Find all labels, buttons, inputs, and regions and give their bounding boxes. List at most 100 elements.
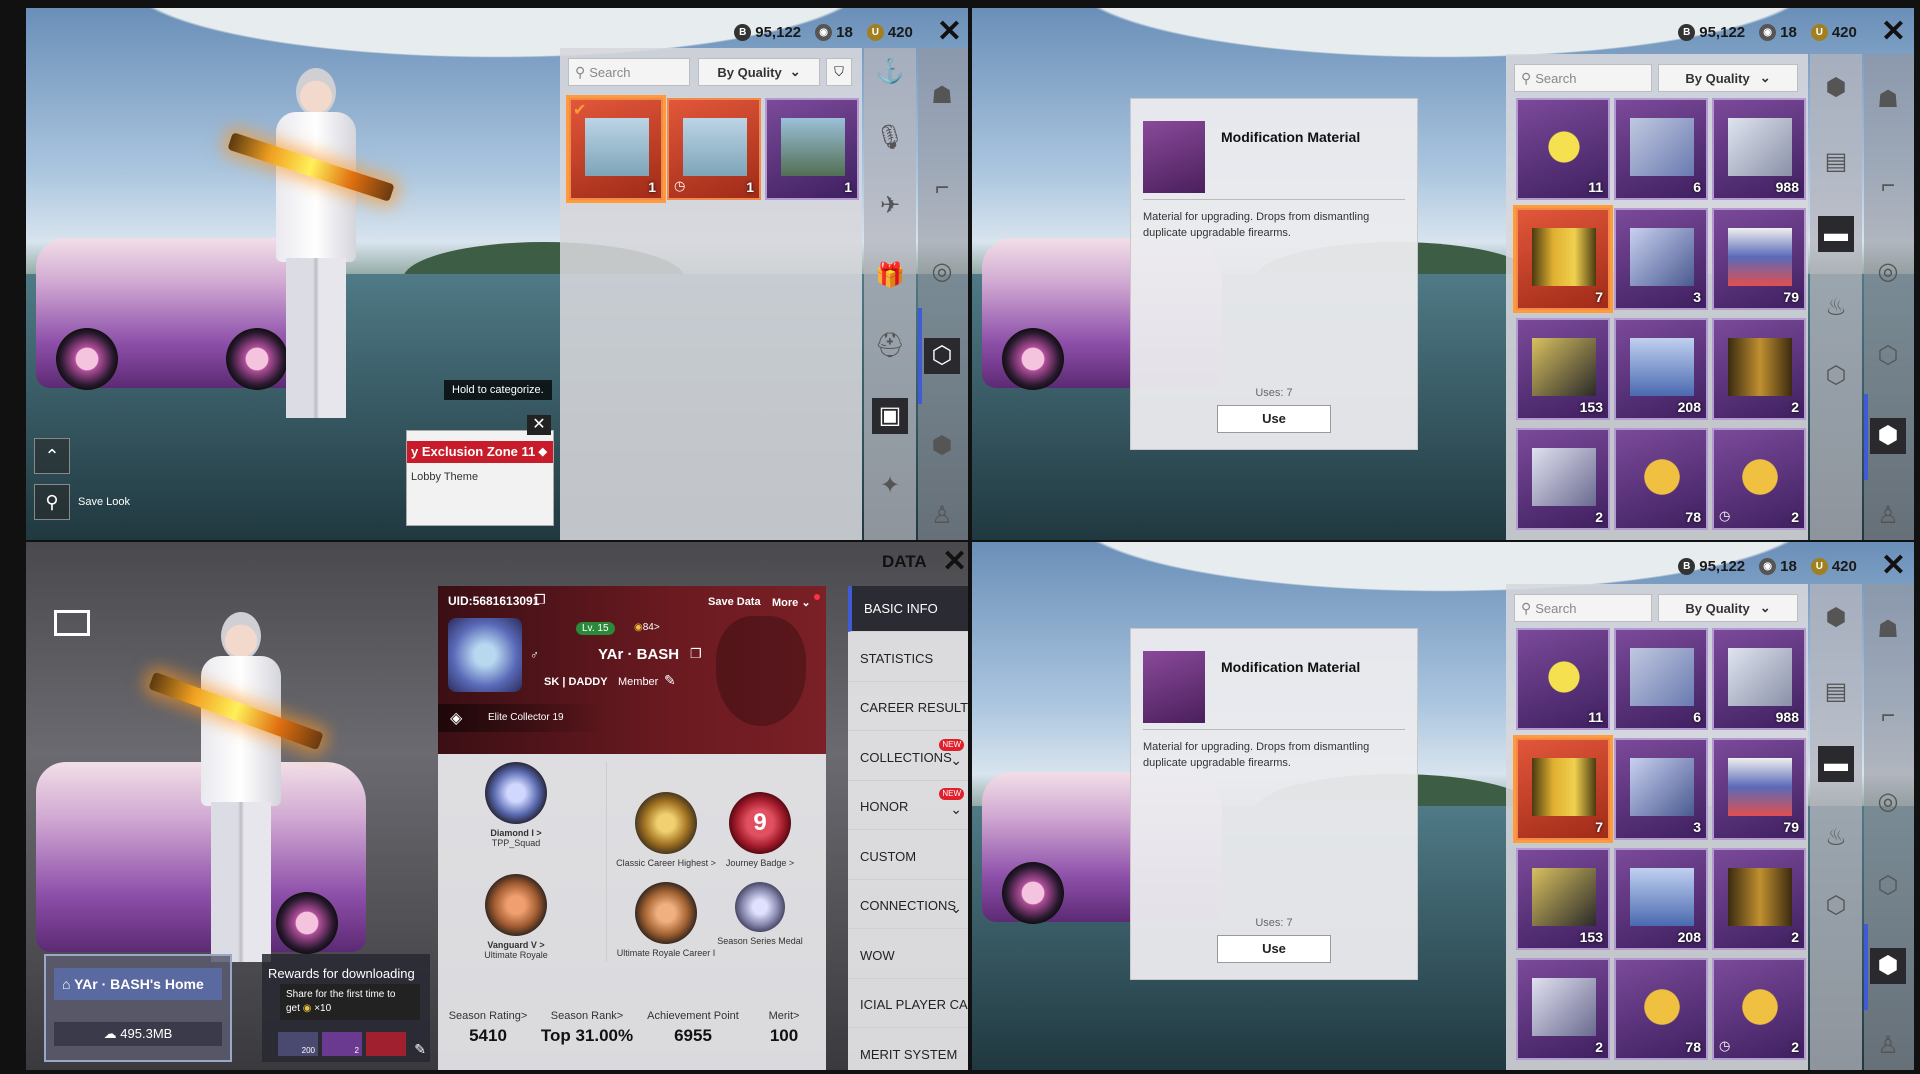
figure-icon[interactable]: ♙ <box>924 498 960 534</box>
nav-item-collections[interactable]: COLLECTIONS NEW ⌄ <box>848 735 968 781</box>
stat-season-rank[interactable]: Season Rank> Top 31.00% <box>532 1010 642 1046</box>
item-tile[interactable]: 153 <box>1516 318 1610 420</box>
item-tile[interactable]: 153 <box>1516 848 1610 950</box>
badge-vanguard[interactable]: Vanguard V > Ultimate Royale <box>466 874 566 960</box>
close-button[interactable]: ✕ <box>937 17 962 47</box>
item-tile[interactable]: 7 <box>1513 735 1613 843</box>
badge-journey[interactable]: 9 Journey Badge > <box>710 792 810 868</box>
badge-ultimate-career[interactable]: Ultimate Royale Career I <box>616 882 716 958</box>
flame-icon[interactable]: ♨ <box>1818 290 1854 326</box>
copy-name-icon[interactable]: ❐ <box>690 646 702 662</box>
outfit-icon[interactable]: ☗ <box>924 78 960 114</box>
close-button[interactable]: ✕ <box>942 547 967 577</box>
pistol-icon[interactable]: ⌐ <box>1870 698 1906 734</box>
badge-career[interactable]: Classic Career Highest > <box>616 792 716 868</box>
mic-icon[interactable]: 🎙 <box>872 120 908 156</box>
box-icon[interactable]: ⬡ <box>924 338 960 374</box>
stat-achievement[interactable]: Achievement Point 6955 <box>638 1010 748 1046</box>
cube-icon[interactable]: ⬡ <box>1818 358 1854 394</box>
theme-card[interactable]: ✕ y Exclusion Zone 11 ◆ Lobby Theme <box>406 415 554 526</box>
item-tile[interactable]: 3 <box>1614 738 1708 840</box>
avatar[interactable] <box>448 618 522 692</box>
theme-tile[interactable]: ✔ 1 <box>566 95 666 203</box>
theme-card-close[interactable]: ✕ <box>527 415 551 435</box>
sort-dropdown[interactable]: By Quality ⌄ <box>698 58 820 86</box>
plane-icon[interactable]: ✈ <box>872 188 908 224</box>
item-tile[interactable]: 7 <box>1513 205 1613 313</box>
helmet-icon[interactable]: ⛑ <box>872 328 908 364</box>
figure-icon[interactable]: ♙ <box>1870 498 1906 534</box>
item-tile[interactable]: 988 <box>1712 98 1806 200</box>
item-tile[interactable]: 6 <box>1614 98 1708 200</box>
close-button[interactable]: ✕ <box>1881 551 1906 581</box>
sort-dropdown[interactable]: By Quality ⌄ <box>1658 64 1798 92</box>
copy-icon[interactable]: ❐ <box>534 592 546 608</box>
nav-item-connections[interactable]: CONNECTIONS ⌄ <box>848 883 968 929</box>
box-icon[interactable]: ⬡ <box>1870 868 1906 904</box>
item-tile[interactable]: 2 <box>1516 428 1610 530</box>
nav-item-wow[interactable]: WOW <box>848 933 968 979</box>
save-look-button[interactable]: ⚲ <box>34 484 70 520</box>
nav-item-statistics[interactable]: STATISTICS <box>848 636 968 682</box>
theme-icon[interactable]: ▣ <box>872 398 908 434</box>
pistol-icon[interactable]: ⌐ <box>1870 168 1906 204</box>
parachute-icon[interactable]: ⚓ <box>872 54 908 90</box>
nav-item-custom[interactable]: CUSTOM <box>848 834 968 880</box>
cube-icon[interactable]: ⬡ <box>1818 888 1854 924</box>
item-tile[interactable]: 78 <box>1614 428 1708 530</box>
nav-item-icial-player-card[interactable]: ICIAL PLAYER CARD <box>848 982 968 1028</box>
outfit-icon[interactable]: ☗ <box>1870 612 1906 648</box>
close-button[interactable]: ✕ <box>1881 17 1906 47</box>
outfit-icon[interactable]: ☗ <box>1870 82 1906 118</box>
vehicle-icon[interactable]: ◎ <box>1870 784 1906 820</box>
save-data-button[interactable]: Save Data <box>708 596 761 608</box>
item-tile[interactable]: 11 <box>1516 98 1610 200</box>
sort-dropdown[interactable]: By Quality ⌄ <box>1658 594 1798 622</box>
screenshot-frame-button[interactable] <box>54 610 90 636</box>
item-tile[interactable]: 3 <box>1614 208 1708 310</box>
item-tile[interactable]: 2 <box>1712 848 1806 950</box>
coupon-icon[interactable]: ▤ <box>1818 674 1854 710</box>
item-tile[interactable]: 78 <box>1614 958 1708 1060</box>
home-card[interactable]: ⌂ YAr · BASH's Home ☁ 495.3MB <box>44 954 232 1062</box>
item-tile[interactable]: 2 <box>1712 318 1806 420</box>
material-icon[interactable]: ▬ <box>1818 746 1854 782</box>
edit-icon[interactable]: ✎ <box>414 1041 426 1058</box>
badge-rank[interactable]: Diamond I > TPP_Squad <box>466 762 566 848</box>
item-tile[interactable]: 988 <box>1712 628 1806 730</box>
crate-icon[interactable]: ⬢ <box>1818 70 1854 106</box>
badge-season-medal[interactable]: Season Series Medal <box>710 882 810 946</box>
more-button[interactable]: More ⌄ <box>772 596 811 609</box>
item-tile[interactable]: 79 <box>1712 208 1806 310</box>
stat-season-rating[interactable]: Season Rating> 5410 <box>438 1010 538 1046</box>
item-tile[interactable]: ◷ 2 <box>1712 958 1806 1060</box>
crate-icon[interactable]: ⬢ <box>1818 600 1854 636</box>
material-icon[interactable]: ▬ <box>1818 216 1854 252</box>
search-input[interactable]: ⚲ Search <box>1514 64 1652 92</box>
nav-item-career-results[interactable]: CAREER RESULTS <box>848 685 968 731</box>
pistol-icon[interactable]: ⌐ <box>924 170 960 206</box>
inventory-cube-icon[interactable]: ⬢ <box>1870 418 1906 454</box>
cube-icon[interactable]: ⬢ <box>924 428 960 464</box>
inventory-cube-icon[interactable]: ⬢ <box>1870 948 1906 984</box>
item-tile[interactable]: 11 <box>1516 628 1610 730</box>
item-tile[interactable]: 208 <box>1614 318 1708 420</box>
item-tile[interactable]: 208 <box>1614 848 1708 950</box>
gift-icon[interactable]: 🎁 <box>872 258 908 294</box>
pose-icon[interactable]: ✦ <box>872 468 908 504</box>
item-tile[interactable]: ◷ 2 <box>1712 428 1806 530</box>
nav-item-merit-system[interactable]: MERIT SYSTEM <box>848 1032 968 1071</box>
filter-button[interactable]: ⛉ <box>826 58 852 86</box>
item-tile[interactable]: 2 <box>1516 958 1610 1060</box>
vehicle-icon[interactable]: ◎ <box>924 254 960 290</box>
item-tile[interactable]: 6 <box>1614 628 1708 730</box>
coupon-icon[interactable]: ▤ <box>1818 144 1854 180</box>
figure-icon[interactable]: ♙ <box>1870 1028 1906 1064</box>
use-button[interactable]: Use <box>1217 405 1331 433</box>
search-input[interactable]: ⚲ Search <box>1514 594 1652 622</box>
box-icon[interactable]: ⬡ <box>1870 338 1906 374</box>
theme-tile[interactable]: ◷ 1 <box>667 98 761 200</box>
vehicle-icon[interactable]: ◎ <box>1870 254 1906 290</box>
search-input[interactable]: ⚲ Search <box>568 58 690 86</box>
stat-merit[interactable]: Merit> 100 <box>742 1010 826 1046</box>
